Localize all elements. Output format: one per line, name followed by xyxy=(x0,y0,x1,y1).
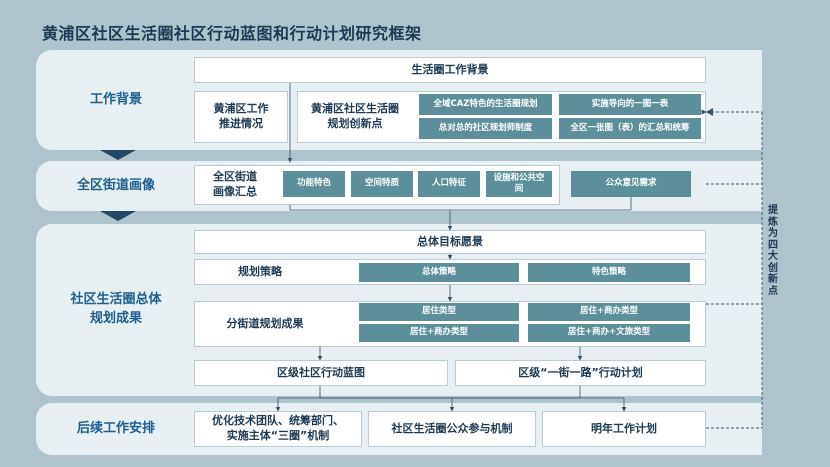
band-followup-label: 后续工作安排 xyxy=(76,420,155,436)
portrait-summary: 全区街道 画像汇总 xyxy=(213,170,257,198)
stage-arrow-2 xyxy=(100,211,136,221)
band-background-label: 工作背景 xyxy=(89,91,142,107)
innovation-item-1: 全域CAZ特色的生活圈规划 xyxy=(419,94,552,115)
portrait-feature-1: 功能特色 xyxy=(283,171,345,197)
portrait-feature-2: 空间特质 xyxy=(351,171,413,197)
innovation-item-2: 实施导向的一图一表 xyxy=(559,94,701,115)
page-title: 黄浦区社区生活圈社区行动蓝图和行动计划研究框架 xyxy=(42,24,422,43)
strategy-feature: 特色策略 xyxy=(528,263,690,282)
sub-outcome-label: 分街道规划成果 xyxy=(226,316,304,330)
action-plan-box: 区级“一街一路”行动计划 xyxy=(455,360,706,386)
strategy-overall: 总体策略 xyxy=(359,263,519,282)
band-outcomes-label: 社区生活圈总体 规划成果 xyxy=(70,292,162,326)
vision-box: 总体目标愿景 xyxy=(194,230,706,254)
followup-participation: 社区生活圈公众参与机制 xyxy=(368,411,536,447)
type-residential-office-2: 居住+商办类型 xyxy=(359,324,519,342)
stage-arrow-1 xyxy=(100,150,136,160)
progress-box: 黄浦区工作 推进情况 xyxy=(194,91,288,143)
portrait-feature-3: 人口特征 xyxy=(418,171,480,197)
public-opinion-box: 公众意见需求 xyxy=(571,171,691,197)
side-feedback-label: 提炼为四大创新点 xyxy=(768,205,778,297)
background-header: 生活圈工作背景 xyxy=(194,57,706,83)
innovation-label: 黄浦区社区生活圈 规划创新点 xyxy=(311,102,399,130)
followup-mechanism: 优化技术团队、统筹部门、 实施主体“三圈”机制 xyxy=(194,411,362,447)
innovation-item-3: 总对总的社区规划师制度 xyxy=(419,118,552,139)
type-residential-office-culture: 居住+商办+文旅类型 xyxy=(528,324,690,342)
blueprint-box: 区级社区行动蓝图 xyxy=(194,360,448,386)
portrait-feature-4: 设施和公共空间 xyxy=(486,171,552,197)
type-residential: 居住类型 xyxy=(359,303,519,321)
innovation-item-4: 全区一张图（表）的汇总和统筹 xyxy=(559,118,701,139)
band-portrait-label: 全区街道画像 xyxy=(76,177,155,193)
followup-plan: 明年工作计划 xyxy=(542,411,706,447)
type-residential-office-1: 居住+商办类型 xyxy=(528,303,690,321)
strategy-label: 规划策略 xyxy=(238,264,282,278)
